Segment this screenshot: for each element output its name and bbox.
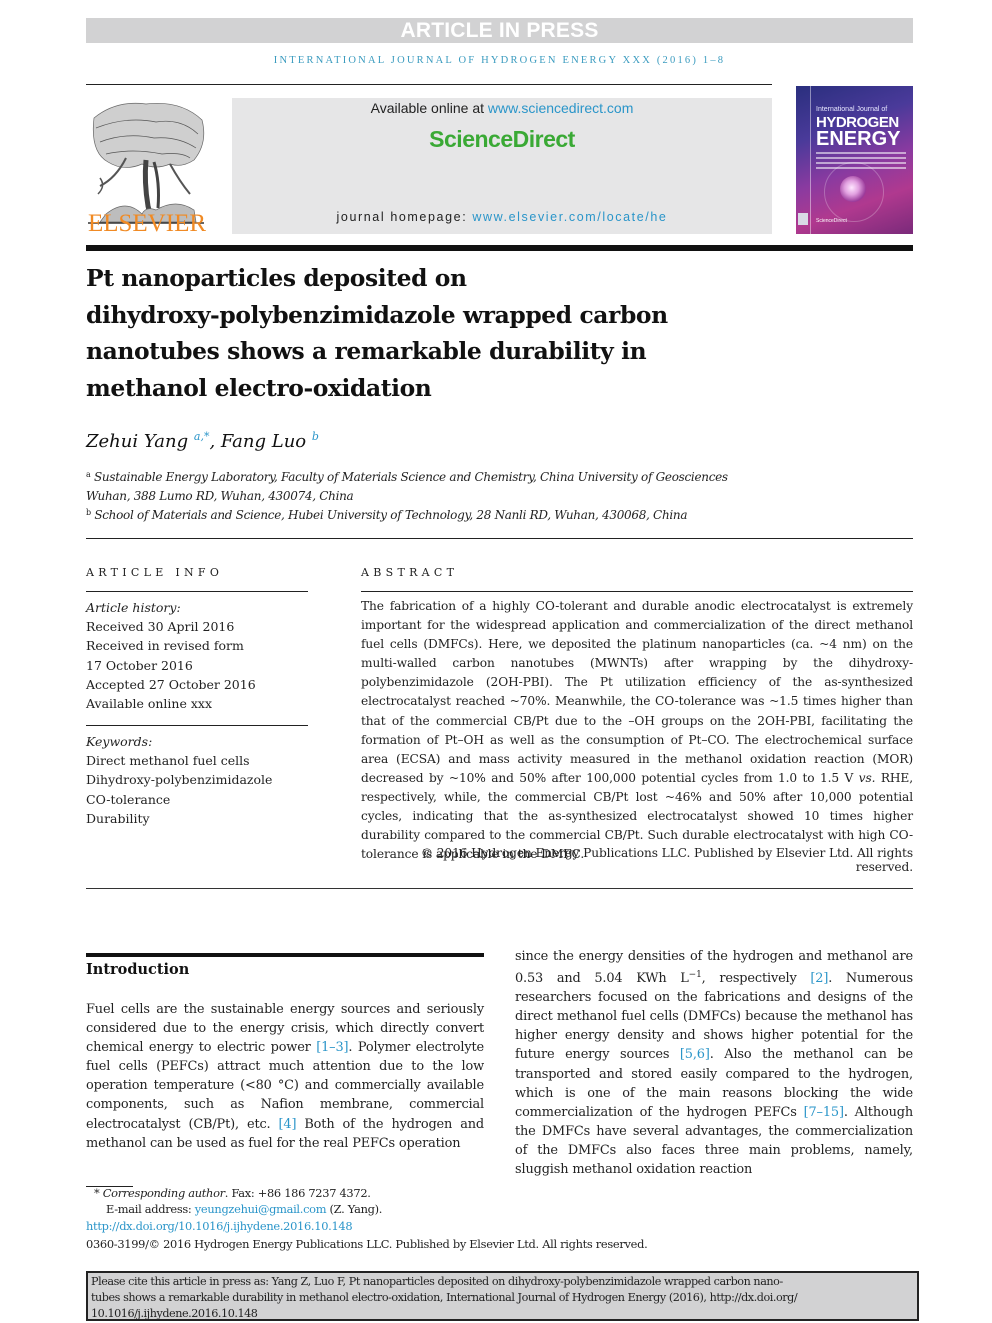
citation-line: tubes shows a remarkable durability in m…	[91, 1291, 798, 1304]
affiliation-a: a Sustainable Energy Laboratory, Faculty…	[86, 470, 906, 484]
keywords-label: Keywords:	[86, 734, 153, 749]
sciencedirect-logo: ScienceDirect	[429, 126, 575, 152]
corresponding-label: Corresponding author	[102, 1186, 225, 1200]
keyword-item: Direct methanol fuel cells	[86, 753, 250, 769]
title-line: Pt nanoparticles deposited on	[86, 264, 467, 292]
doi-link[interactable]: http://dx.doi.org/10.1016/j.ijhydene.201…	[86, 1219, 353, 1233]
title-line: nanotubes shows a remarkable durability …	[86, 337, 647, 365]
footnote-mark: *	[94, 1186, 100, 1200]
cover-spine-line	[810, 86, 811, 234]
citation-link[interactable]: [1–3]	[316, 1040, 348, 1055]
available-online-label: Available online at	[370, 100, 488, 116]
abstract-rule	[361, 591, 913, 592]
citation-box: Please cite this article in press as: Ya…	[86, 1271, 919, 1321]
introduction-left-column: Fuel cells are the sustainable energy so…	[86, 1000, 484, 1153]
header-rule	[86, 84, 772, 85]
email-label: E-mail address:	[106, 1202, 195, 1216]
cover-title-energy: ENERGY	[816, 128, 901, 150]
abstract-copyright: © 2016 Hydrogen Energy Publications LLC.…	[420, 846, 913, 874]
history-item: Received 30 April 2016	[86, 619, 235, 635]
journal-homepage-line: journal homepage: www.elsevier.com/locat…	[232, 210, 772, 224]
title-line: dihydroxy-polybenzimidazole wrapped carb…	[86, 300, 668, 329]
introduction-right-column: since the energy densities of the hydrog…	[515, 947, 913, 1179]
journal-homepage-label: journal homepage:	[336, 210, 473, 224]
history-item: Received in revised form	[86, 638, 244, 654]
abstract-heading: ABSTRACT	[361, 566, 459, 579]
citation-link[interactable]: [7–15]	[804, 1105, 844, 1120]
abstract-body: The fabrication of a highly CO-tolerant …	[361, 597, 913, 864]
affiliation-mark: a	[86, 470, 91, 479]
journal-cover-image: International Journal of HYDROGEN ENERGY…	[796, 86, 913, 234]
cover-small-title: International Journal of	[816, 106, 888, 113]
email-note: E-mail address: yeungzehui@gmail.com (Z.…	[106, 1202, 806, 1216]
doi-line: http://dx.doi.org/10.1016/j.ijhydene.201…	[86, 1219, 786, 1233]
keyword-item: Durability	[86, 810, 150, 826]
citation-line: Please cite this article in press as: Ya…	[91, 1275, 783, 1288]
keyword-item: CO-tolerance	[86, 791, 171, 807]
abstract-end-rule	[86, 888, 913, 889]
affiliation-a-line2: Wuhan, 388 Lumo RD, Wuhan, 430074, China	[86, 489, 354, 503]
citation-link[interactable]: [4]	[279, 1117, 297, 1132]
article-history-label: Article history:	[86, 600, 181, 615]
history-item: Available online xxx	[86, 696, 212, 712]
author-affiliation-mark[interactable]: b	[312, 430, 319, 443]
article-title: Pt nanoparticles deposited on dihydroxy-…	[86, 260, 786, 406]
fax-text: . Fax: +86 186 7237 4372.	[224, 1186, 371, 1200]
introduction-heading: Introduction	[86, 961, 190, 978]
history-item: 17 October 2016	[86, 657, 193, 673]
corresponding-author-note: * Corresponding author. Fax: +86 186 723…	[94, 1186, 794, 1200]
masthead-rule	[86, 245, 913, 251]
keyword-item: Dihydroxy-polybenzimidazole	[86, 772, 273, 788]
affiliation-mark: b	[86, 508, 91, 517]
available-online-line: Available online at www.sciencedirect.co…	[232, 100, 772, 116]
body-text: , respectively	[701, 971, 811, 987]
history-item: Accepted 27 October 2016	[86, 676, 256, 692]
author-name: Fang Luo	[220, 431, 307, 452]
elsevier-wordmark: ELSEVIER	[87, 210, 207, 237]
citation-link[interactable]: [2]	[810, 971, 828, 986]
abstract-text: The fabrication of a highly CO-tolerant …	[361, 599, 913, 785]
cover-publisher-logo-icon	[798, 213, 808, 225]
email-suffix: (Z. Yang).	[326, 1202, 383, 1216]
affiliation-text: Sustainable Energy Laboratory, Faculty o…	[94, 470, 728, 484]
affiliation-text: School of Materials and Science, Hubei U…	[94, 508, 688, 522]
email-link[interactable]: yeungzehui@gmail.com	[195, 1202, 327, 1216]
citation-line: 10.1016/j.ijhydene.2016.10.148	[91, 1307, 258, 1320]
author-name: Zehui Yang	[86, 431, 189, 452]
cover-sd-footer: ScienceDirect	[816, 218, 847, 224]
author-separator: ,	[209, 431, 221, 452]
author-list: Zehui Yang a,*, Fang Luo b	[86, 430, 319, 452]
keywords: Keywords: Direct methanol fuel cells Dih…	[86, 732, 308, 828]
keywords-rule	[86, 725, 308, 726]
sciencedirect-link[interactable]: www.sciencedirect.com	[488, 100, 634, 116]
article-info-rule	[86, 591, 308, 592]
author-affiliation-mark[interactable]: a,*	[194, 430, 210, 443]
cover-orb-icon	[840, 176, 866, 202]
section-rule	[86, 538, 913, 539]
abstract-vs: vs.	[858, 770, 876, 785]
article-in-press-banner: ARTICLE IN PRESS	[86, 18, 913, 43]
running-header: INTERNATIONAL JOURNAL OF HYDROGEN ENERGY…	[273, 55, 726, 66]
issn-line: 0360-3199/© 2016 Hydrogen Energy Publica…	[86, 1237, 648, 1251]
article-history: Article history: Received 30 April 2016 …	[86, 598, 308, 713]
introduction-rule	[86, 953, 484, 957]
affiliation-b: b School of Materials and Science, Hubei…	[86, 508, 906, 522]
citation-link[interactable]: [5,6]	[680, 1047, 710, 1062]
article-info-heading: ARTICLE INFO	[86, 566, 224, 579]
journal-homepage-link[interactable]: www.elsevier.com/locate/he	[472, 210, 667, 224]
title-line: methanol electro-oxidation	[86, 373, 432, 402]
superscript: −1	[688, 970, 702, 981]
